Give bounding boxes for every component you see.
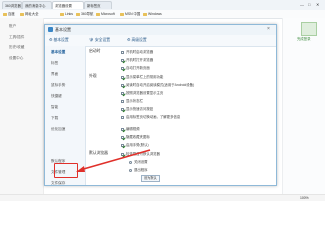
nav-file-save[interactable]: 文件保存	[51, 181, 65, 186]
basic-settings-tab[interactable]: ⚙ 基本设置	[49, 37, 69, 44]
maximize-button[interactable]: □	[308, 2, 310, 7]
checkbox[interactable]	[121, 99, 124, 103]
checkbox[interactable]	[121, 143, 124, 147]
section-appearance: 外观	[89, 74, 97, 78]
folder-icon	[96, 12, 100, 16]
option-checkbox[interactable]: 启用标签页切换动画，了解更多信息	[121, 114, 180, 119]
checkbox[interactable]	[121, 91, 124, 95]
option-checkbox[interactable]: 编辑视频	[121, 126, 140, 131]
advanced-settings-tab[interactable]: ⚙ 高级设置	[127, 37, 147, 44]
option-checkbox[interactable]: 隐藏收藏夹图标	[121, 134, 150, 139]
folder-icon	[60, 12, 64, 16]
bookmark[interactable]: 360导航	[76, 11, 93, 17]
close-icon[interactable]: ×	[267, 26, 270, 32]
sidebar-item[interactable]: 设置中心	[9, 56, 23, 61]
checkbox[interactable]	[121, 107, 124, 111]
bookmarks-bar: 百度 网址大全 Links 360导航 Microsoft MSN 中国 Win…	[0, 10, 325, 19]
option-checkbox[interactable]: 按照浏览器设置显示主页	[121, 90, 163, 95]
gear-icon	[48, 27, 53, 32]
folder-icon	[120, 12, 124, 16]
section-startup: 启动时	[89, 49, 101, 53]
nav-gesture[interactable]: 鼠标手势	[51, 83, 65, 88]
option-checkbox[interactable]: 开机时启动浏览器	[121, 49, 153, 54]
folder-icon	[20, 12, 24, 16]
option-checkbox[interactable]: 显示菜单栏上的常用功能	[121, 74, 163, 79]
nav-smart[interactable]: 智能	[51, 105, 58, 110]
login-label[interactable]: 完成登录	[297, 36, 311, 41]
bookmark[interactable]: Windows	[143, 11, 162, 17]
folder-icon	[3, 12, 7, 16]
avatar[interactable]	[301, 22, 317, 36]
sidebar-item[interactable]: 账户	[9, 24, 16, 29]
nav-tabs[interactable]: 标签	[51, 61, 58, 66]
option-checkbox[interactable]: 启用手势(默认)	[121, 142, 149, 147]
nav-speed[interactable]: 优化加速	[51, 127, 65, 132]
checkbox[interactable]	[121, 135, 124, 139]
checkbox[interactable]	[121, 66, 124, 70]
option-checkbox[interactable]: 开机时打开浏览器	[121, 57, 153, 62]
bookmark[interactable]: MSN 中国	[120, 11, 140, 17]
annotation-arrow	[76, 149, 151, 172]
bookmark[interactable]: 百度	[3, 11, 15, 17]
bookmark[interactable]: 网址大全	[20, 11, 39, 17]
security-settings-tab[interactable]: 🛡 安全设置	[89, 37, 110, 44]
dialog-title: 基本设置	[55, 27, 71, 32]
tab-4[interactable]: 新标签页	[84, 1, 112, 9]
folder-icon	[143, 12, 147, 16]
checkbox[interactable]	[121, 115, 124, 119]
minimize-button[interactable]: —	[300, 2, 304, 7]
folder-icon	[76, 12, 80, 16]
nav-download[interactable]: 下载	[51, 116, 58, 121]
bookmark[interactable]: Links	[60, 11, 73, 17]
tab-2[interactable]: 我的消息中心	[22, 1, 52, 9]
close-button[interactable]: ✕	[316, 2, 319, 7]
tab-3[interactable]: 浏览器设置	[52, 1, 84, 9]
checkbox[interactable]	[121, 83, 124, 87]
checkbox[interactable]	[121, 50, 124, 54]
sidebar-item[interactable]: 工具/插件	[9, 35, 24, 40]
tab-1[interactable]: 360浏览器	[2, 1, 22, 9]
nav-ui[interactable]: 界面	[51, 72, 58, 77]
zoom-level[interactable]: 100%	[300, 195, 309, 201]
bookmark[interactable]: Microsoft	[96, 11, 115, 17]
status-bar: 100%	[0, 194, 325, 201]
option-checkbox[interactable]: 显示快速访问按钮	[121, 106, 153, 111]
nav-hotkeys[interactable]: 快捷键	[51, 94, 62, 99]
checkbox[interactable]	[121, 127, 124, 131]
sidebar-item[interactable]: 历史/收藏	[9, 45, 24, 50]
option-checkbox[interactable]: 阅读时自动开启阅读模式(适用于Android设备)	[121, 82, 194, 87]
nav-basic[interactable]: 基本设置	[51, 50, 65, 55]
option-checkbox[interactable]: 自动打开新页面	[121, 65, 150, 70]
checkbox[interactable]	[121, 75, 124, 79]
checkbox[interactable]	[121, 58, 124, 62]
right-panel: 完成登录	[282, 18, 325, 194]
option-checkbox[interactable]: 显示状态栏	[121, 98, 143, 103]
left-sidebar: 账户 工具/插件 历史/收藏 设置中心	[0, 18, 44, 194]
